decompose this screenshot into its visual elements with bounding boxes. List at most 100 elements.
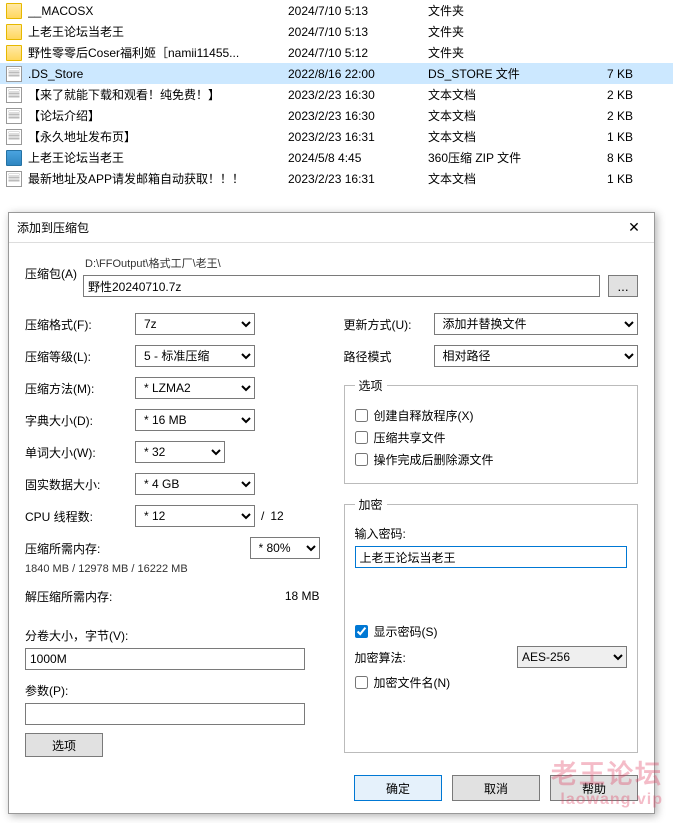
slash: / [261,509,264,523]
folder-icon [6,3,22,19]
file-date: 2023/2/23 16:31 [288,172,428,186]
file-name: 上老王论坛当老王 [28,149,288,166]
doc-icon [6,171,22,187]
password-label: 输入密码: [355,525,628,542]
file-list: __MACOSX2024/7/10 5:13文件夹上老王论坛当老王2024/7/… [0,0,673,189]
folder-icon [6,24,22,40]
file-size: 7 KB [583,67,633,81]
share-checkbox[interactable] [355,431,368,444]
file-size: 2 KB [583,109,633,123]
file-name: 【来了就能下载和观看！纯免费！】 [28,86,288,103]
file-date: 2022/8/16 22:00 [288,67,428,81]
enc-names-checkbox[interactable] [355,676,368,689]
encryption-fieldset: 加密 输入密码: 显示密码(S) 加密算法:AES-256 加密文件名(N) [344,496,639,753]
dialog-footer: 确定 取消 帮助 [25,765,638,801]
right-column: 更新方式(U):添加并替换文件 路径模式相对路径 选项 创建自释放程序(X) 压… [344,313,639,765]
file-type: 文件夹 [428,23,583,40]
delete-checkbox-row[interactable]: 操作完成后删除源文件 [355,451,628,468]
delete-checkbox[interactable] [355,453,368,466]
file-name: 上老王论坛当老王 [28,23,288,40]
file-date: 2023/2/23 16:30 [288,88,428,102]
update-label: 更新方式(U): [344,316,434,333]
level-select[interactable]: 5 - 标准压缩 [135,345,255,367]
ok-button[interactable]: 确定 [354,775,442,801]
file-row[interactable]: 【论坛介绍】2023/2/23 16:30文本文档2 KB [0,105,673,126]
file-date: 2024/7/10 5:12 [288,46,428,60]
mem-info: 1840 MB / 12978 MB / 16222 MB [25,563,320,575]
folder-icon [6,45,22,61]
word-select[interactable]: * 32 [135,441,225,463]
file-date: 2023/2/23 16:31 [288,130,428,144]
doc-icon [6,108,22,124]
close-button[interactable]: ✕ [622,216,646,240]
param-input[interactable] [25,703,305,725]
file-name: 【永久地址发布页】 [28,128,288,145]
titlebar: 添加到压缩包 ✕ [9,213,654,243]
file-name: __MACOSX [28,4,288,18]
encryption-legend: 加密 [355,496,387,513]
file-type: 文本文档 [428,107,583,124]
show-password-checkbox[interactable] [355,625,368,638]
help-button[interactable]: 帮助 [550,775,638,801]
file-type: 文本文档 [428,128,583,145]
param-label: 参数(P): [25,682,320,699]
file-row[interactable]: 最新地址及APP请发邮箱自动获取！！！2023/2/23 16:31文本文档1 … [0,168,673,189]
file-row[interactable]: 上老王论坛当老王2024/5/8 4:45360压缩 ZIP 文件8 KB [0,147,673,168]
sfx-label: 创建自释放程序(X) [374,407,474,424]
file-size: 8 KB [583,151,633,165]
archive-name-input[interactable] [83,275,600,297]
dialog-title: 添加到压缩包 [17,219,89,236]
solid-label: 固实数据大小: [25,476,135,493]
browse-button[interactable]: ... [608,275,638,297]
show-password-row[interactable]: 显示密码(S) [355,623,628,640]
solid-select[interactable]: * 4 GB [135,473,255,495]
file-size: 2 KB [583,88,633,102]
file-name: 野性零零后Coser福利姬［namii11455... [28,44,288,61]
file-date: 2023/2/23 16:30 [288,109,428,123]
share-checkbox-row[interactable]: 压缩共享文件 [355,429,628,446]
share-label: 压缩共享文件 [374,429,446,446]
file-row[interactable]: 【永久地址发布页】2023/2/23 16:31文本文档1 KB [0,126,673,147]
zip-icon [6,150,22,166]
dict-label: 字典大小(D): [25,412,135,429]
left-column: 压缩格式(F):7z 压缩等级(L):5 - 标准压缩 压缩方法(M):* LZ… [25,313,320,765]
mem-comp-select[interactable]: * 80% [250,537,320,559]
file-type: 文件夹 [428,2,583,19]
file-date: 2024/7/10 5:13 [288,25,428,39]
enc-method-select[interactable]: AES-256 [517,646,627,668]
method-label: 压缩方法(M): [25,380,135,397]
file-type: 文本文档 [428,86,583,103]
update-select[interactable]: 添加并替换文件 [434,313,639,335]
path-select[interactable]: 相对路径 [434,345,639,367]
file-row[interactable]: 上老王论坛当老王2024/7/10 5:13文件夹 [0,21,673,42]
level-label: 压缩等级(L): [25,348,135,365]
sfx-checkbox[interactable] [355,409,368,422]
mem-decomp-label: 解压缩所需内存: [25,588,285,605]
sfx-checkbox-row[interactable]: 创建自释放程序(X) [355,407,628,424]
file-name: .DS_Store [28,67,288,81]
archive-dialog: 添加到压缩包 ✕ 压缩包(A) D:\FFOutput\格式工厂\老王\ ...… [8,212,655,814]
dict-select[interactable]: * 16 MB [135,409,255,431]
mem-decomp-value: 18 MB [285,589,320,603]
show-password-label: 显示密码(S) [374,623,438,640]
options-button[interactable]: 选项 [25,733,103,757]
file-row[interactable]: .DS_Store2022/8/16 22:00DS_STORE 文件7 KB [0,63,673,84]
cancel-button[interactable]: 取消 [452,775,540,801]
vol-label: 分卷大小，字节(V): [25,627,320,644]
file-row[interactable]: 【来了就能下载和观看！纯免费！】2023/2/23 16:30文本文档2 KB [0,84,673,105]
cpu-select[interactable]: * 12 [135,505,255,527]
cpu-label: CPU 线程数: [25,508,135,525]
method-select[interactable]: * LZMA2 [135,377,255,399]
enc-names-label: 加密文件名(N) [374,674,451,691]
file-type: 文件夹 [428,44,583,61]
file-row[interactable]: __MACOSX2024/7/10 5:13文件夹 [0,0,673,21]
delete-label: 操作完成后删除源文件 [374,451,494,468]
enc-names-row[interactable]: 加密文件名(N) [355,674,628,691]
volume-input[interactable] [25,648,305,670]
options-fieldset: 选项 创建自释放程序(X) 压缩共享文件 操作完成后删除源文件 [344,377,639,484]
format-select[interactable]: 7z [135,313,255,335]
password-input[interactable] [355,546,628,568]
file-row[interactable]: 野性零零后Coser福利姬［namii11455...2024/7/10 5:1… [0,42,673,63]
file-date: 2024/7/10 5:13 [288,4,428,18]
file-name: 最新地址及APP请发邮箱自动获取！！！ [28,170,288,187]
